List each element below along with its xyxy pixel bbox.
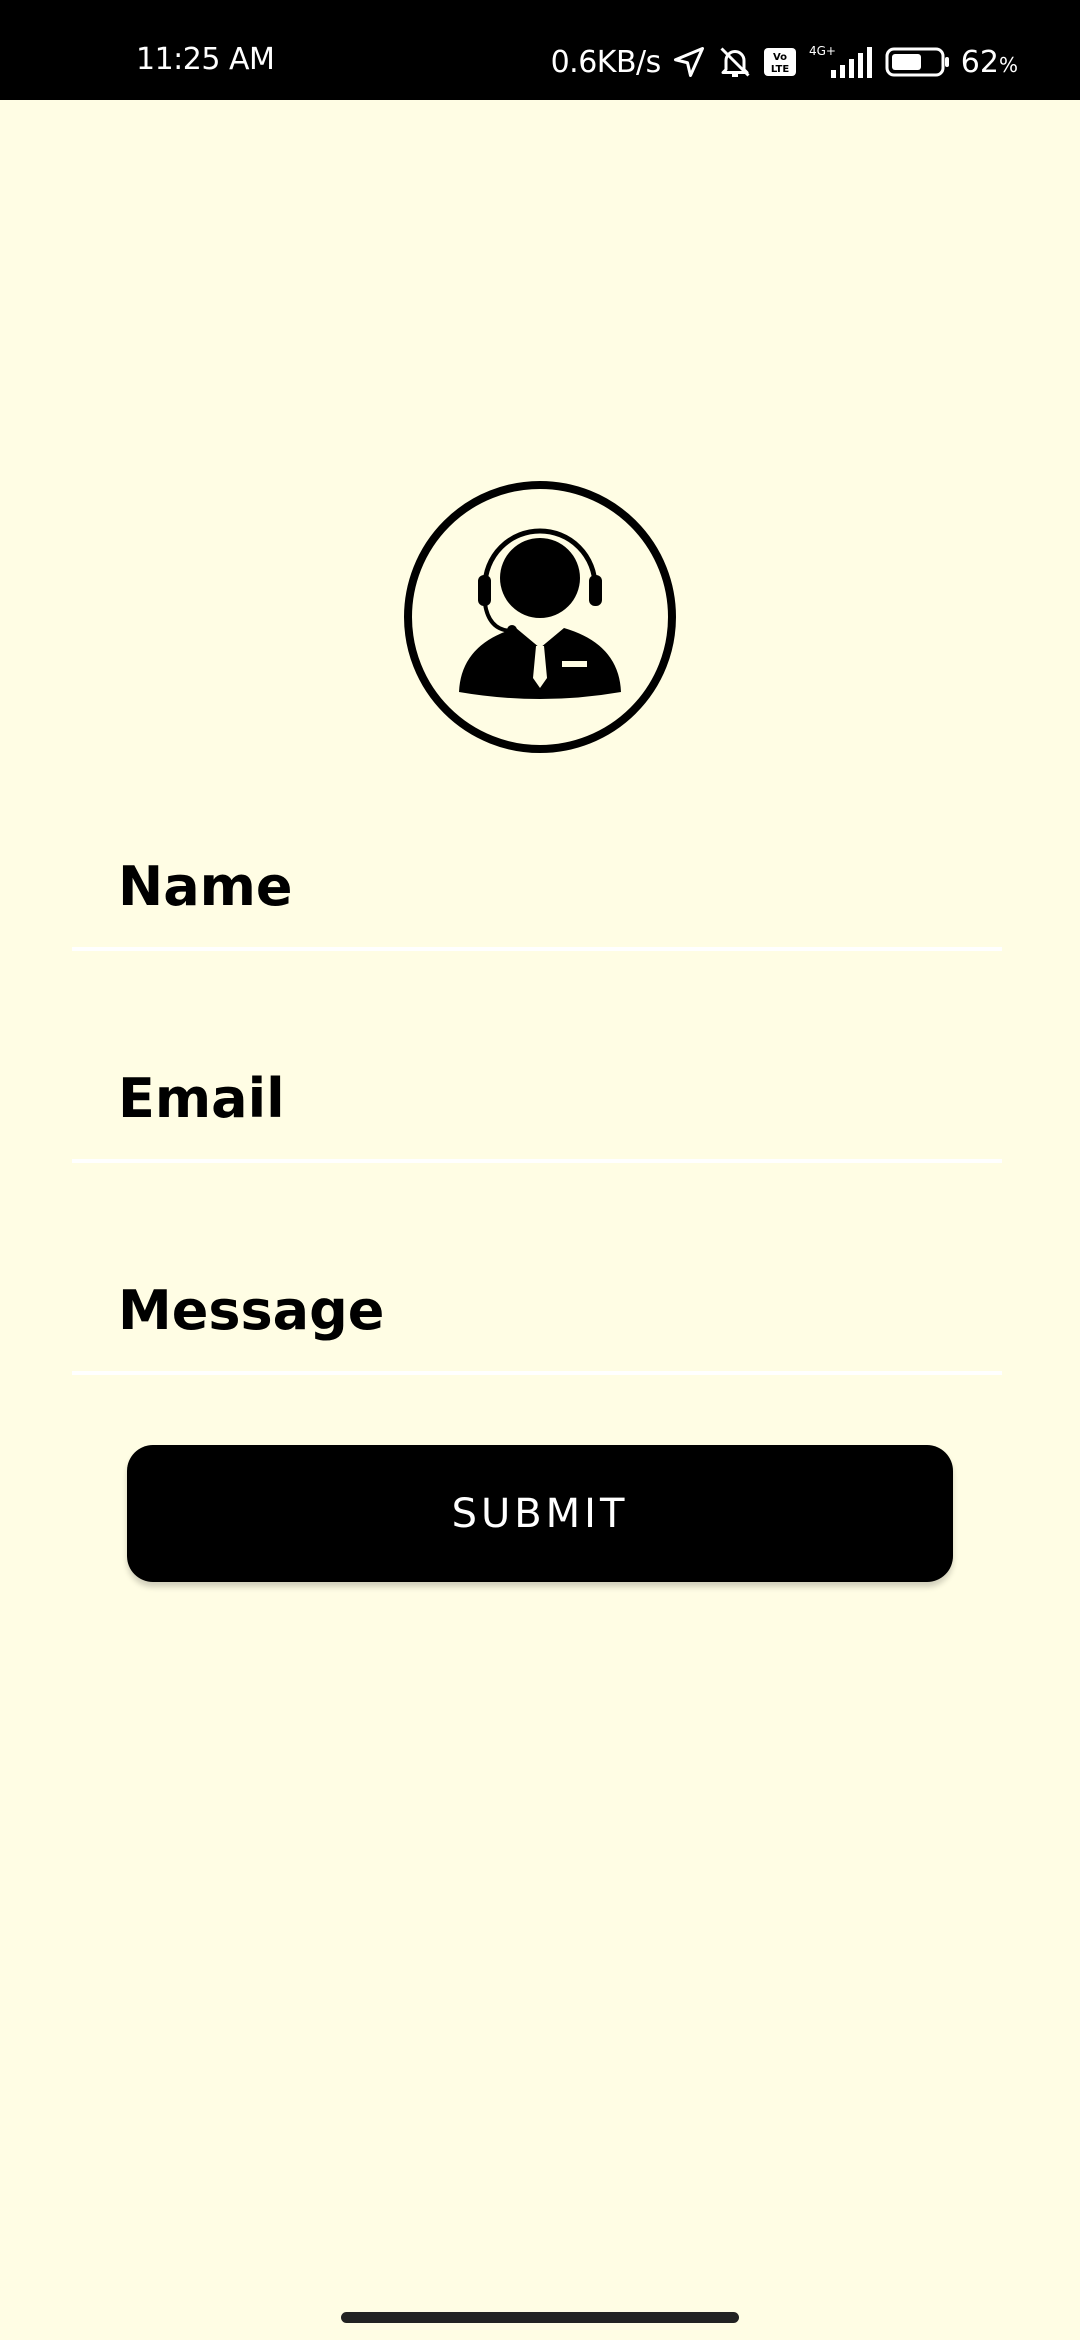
customer-support-agent-icon <box>404 481 676 753</box>
battery-percent: 62% <box>960 44 1018 80</box>
email-field <box>72 1055 1002 1163</box>
svg-text:Vo: Vo <box>773 52 787 63</box>
support-avatar <box>401 478 679 756</box>
network-type: 4G+ <box>809 44 836 58</box>
signal-icon: 4G+ <box>807 44 875 80</box>
name-field <box>72 843 1002 951</box>
battery-icon <box>885 46 951 78</box>
message-input[interactable] <box>118 1279 978 1342</box>
svg-text:LTE: LTE <box>771 64 790 75</box>
bell-off-icon <box>717 44 753 80</box>
status-time: 11:25 AM <box>136 42 275 77</box>
email-input[interactable] <box>118 1067 978 1130</box>
home-indicator[interactable] <box>341 2312 739 2323</box>
status-bar: 11:25 AM 0.6KB/s Vo LTE 4G+ 62% <box>0 0 1080 100</box>
name-input[interactable] <box>118 855 978 918</box>
net-speed: 0.6KB/s <box>550 44 662 80</box>
status-icons: 0.6KB/s Vo LTE 4G+ 62% <box>551 40 1018 84</box>
submit-button[interactable]: SUBMIT <box>127 1445 953 1582</box>
location-arrow-icon <box>671 44 707 80</box>
volte-icon: Vo LTE <box>763 47 797 77</box>
message-field <box>72 1267 1002 1375</box>
